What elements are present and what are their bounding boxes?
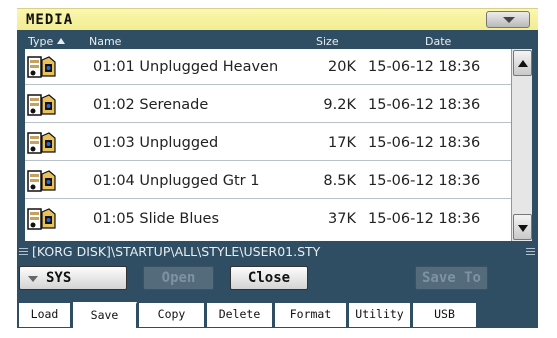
file-name: 01:03 Unplugged: [93, 135, 219, 151]
column-header-name[interactable]: Name: [89, 35, 121, 48]
tab-utility[interactable]: Utility: [349, 303, 411, 327]
style-file-icon: [27, 94, 56, 116]
tab-save[interactable]: Save: [73, 302, 137, 328]
file-row[interactable]: 01:05 Slide Blues 37K 15-06-12 18:36: [25, 201, 511, 241]
dropdown-arrow-icon: [28, 276, 38, 282]
column-header-size[interactable]: Size: [316, 35, 339, 48]
close-button[interactable]: Close: [230, 266, 308, 290]
file-name: 01:01 Unplugged Heaven: [93, 59, 279, 75]
current-path: [KORG DISK]\STARTUP\ALL\STYLE\USER01.STY: [32, 244, 321, 259]
scroll-down-button[interactable]: [513, 214, 532, 240]
file-size: 17K: [328, 135, 356, 151]
tab-format[interactable]: Format: [275, 303, 347, 327]
page-title: MEDIA: [26, 12, 74, 28]
file-date: 15-06-12 18:36: [368, 59, 481, 75]
column-header-type-label: Type: [28, 35, 54, 48]
media-screen: MEDIA Type Name Size Date 01:01 Unplugge…: [0, 0, 557, 338]
file-date: 15-06-12 18:36: [368, 97, 481, 113]
file-date: 15-06-12 18:36: [368, 211, 481, 227]
file-browser-panel: Type Name Size Date 01:01 Unplugged Heav…: [17, 30, 538, 302]
save-to-button[interactable]: Save To: [415, 266, 488, 290]
file-date: 15-06-12 18:36: [368, 173, 481, 189]
style-file-icon: [27, 56, 56, 78]
device-select-label: SYS: [46, 270, 72, 286]
action-button-bar: SYS Open Close Save To: [17, 262, 538, 298]
tab-delete[interactable]: Delete: [207, 303, 273, 327]
chevron-down-icon: [503, 17, 515, 23]
file-size: 9.2K: [323, 97, 356, 113]
file-name: 01:04 Unplugged Gtr 1: [93, 173, 260, 189]
open-button[interactable]: Open: [143, 266, 214, 290]
file-size: 8.5K: [323, 173, 356, 189]
grip-icon: [526, 248, 535, 255]
file-row[interactable]: 01:04 Unplugged Gtr 1 8.5K 15-06-12 18:3…: [25, 163, 511, 199]
file-size: 37K: [328, 211, 356, 227]
current-path-bar: [KORG DISK]\STARTUP\ALL\STYLE\USER01.STY: [19, 244, 535, 260]
file-row[interactable]: 01:02 Serenade 9.2K 15-06-12 18:36: [25, 87, 511, 123]
tab-bar: Load Save Copy Delete Format Utility USB: [17, 302, 538, 328]
style-file-icon: [27, 208, 56, 230]
style-file-icon: [27, 170, 56, 192]
list-scrollbar[interactable]: [511, 49, 532, 241]
arrow-up-icon: [518, 60, 528, 67]
file-size: 20K: [328, 59, 356, 75]
scroll-up-button[interactable]: [513, 50, 532, 76]
file-name: 01:05 Slide Blues: [93, 211, 220, 227]
tab-usb[interactable]: USB: [413, 303, 477, 327]
title-bar: MEDIA: [17, 8, 538, 30]
page-menu-button[interactable]: [486, 11, 530, 28]
column-header-date[interactable]: Date: [425, 35, 451, 48]
file-list: 01:01 Unplugged Heaven 20K 15-06-12 18:3…: [25, 49, 511, 241]
grip-icon: [19, 248, 28, 255]
file-date: 15-06-12 18:36: [368, 135, 481, 151]
file-row[interactable]: 01:01 Unplugged Heaven 20K 15-06-12 18:3…: [25, 49, 511, 85]
arrow-down-icon: [518, 225, 528, 232]
column-header-type[interactable]: Type: [28, 35, 66, 48]
list-header: Type Name Size Date: [25, 34, 531, 49]
sort-ascending-icon: [57, 38, 66, 44]
tab-copy[interactable]: Copy: [139, 303, 205, 327]
device-select-button[interactable]: SYS: [19, 266, 127, 290]
file-row[interactable]: 01:03 Unplugged 17K 15-06-12 18:36: [25, 125, 511, 161]
tab-load[interactable]: Load: [19, 303, 71, 327]
style-file-icon: [27, 132, 56, 154]
file-name: 01:02 Serenade: [93, 97, 209, 113]
